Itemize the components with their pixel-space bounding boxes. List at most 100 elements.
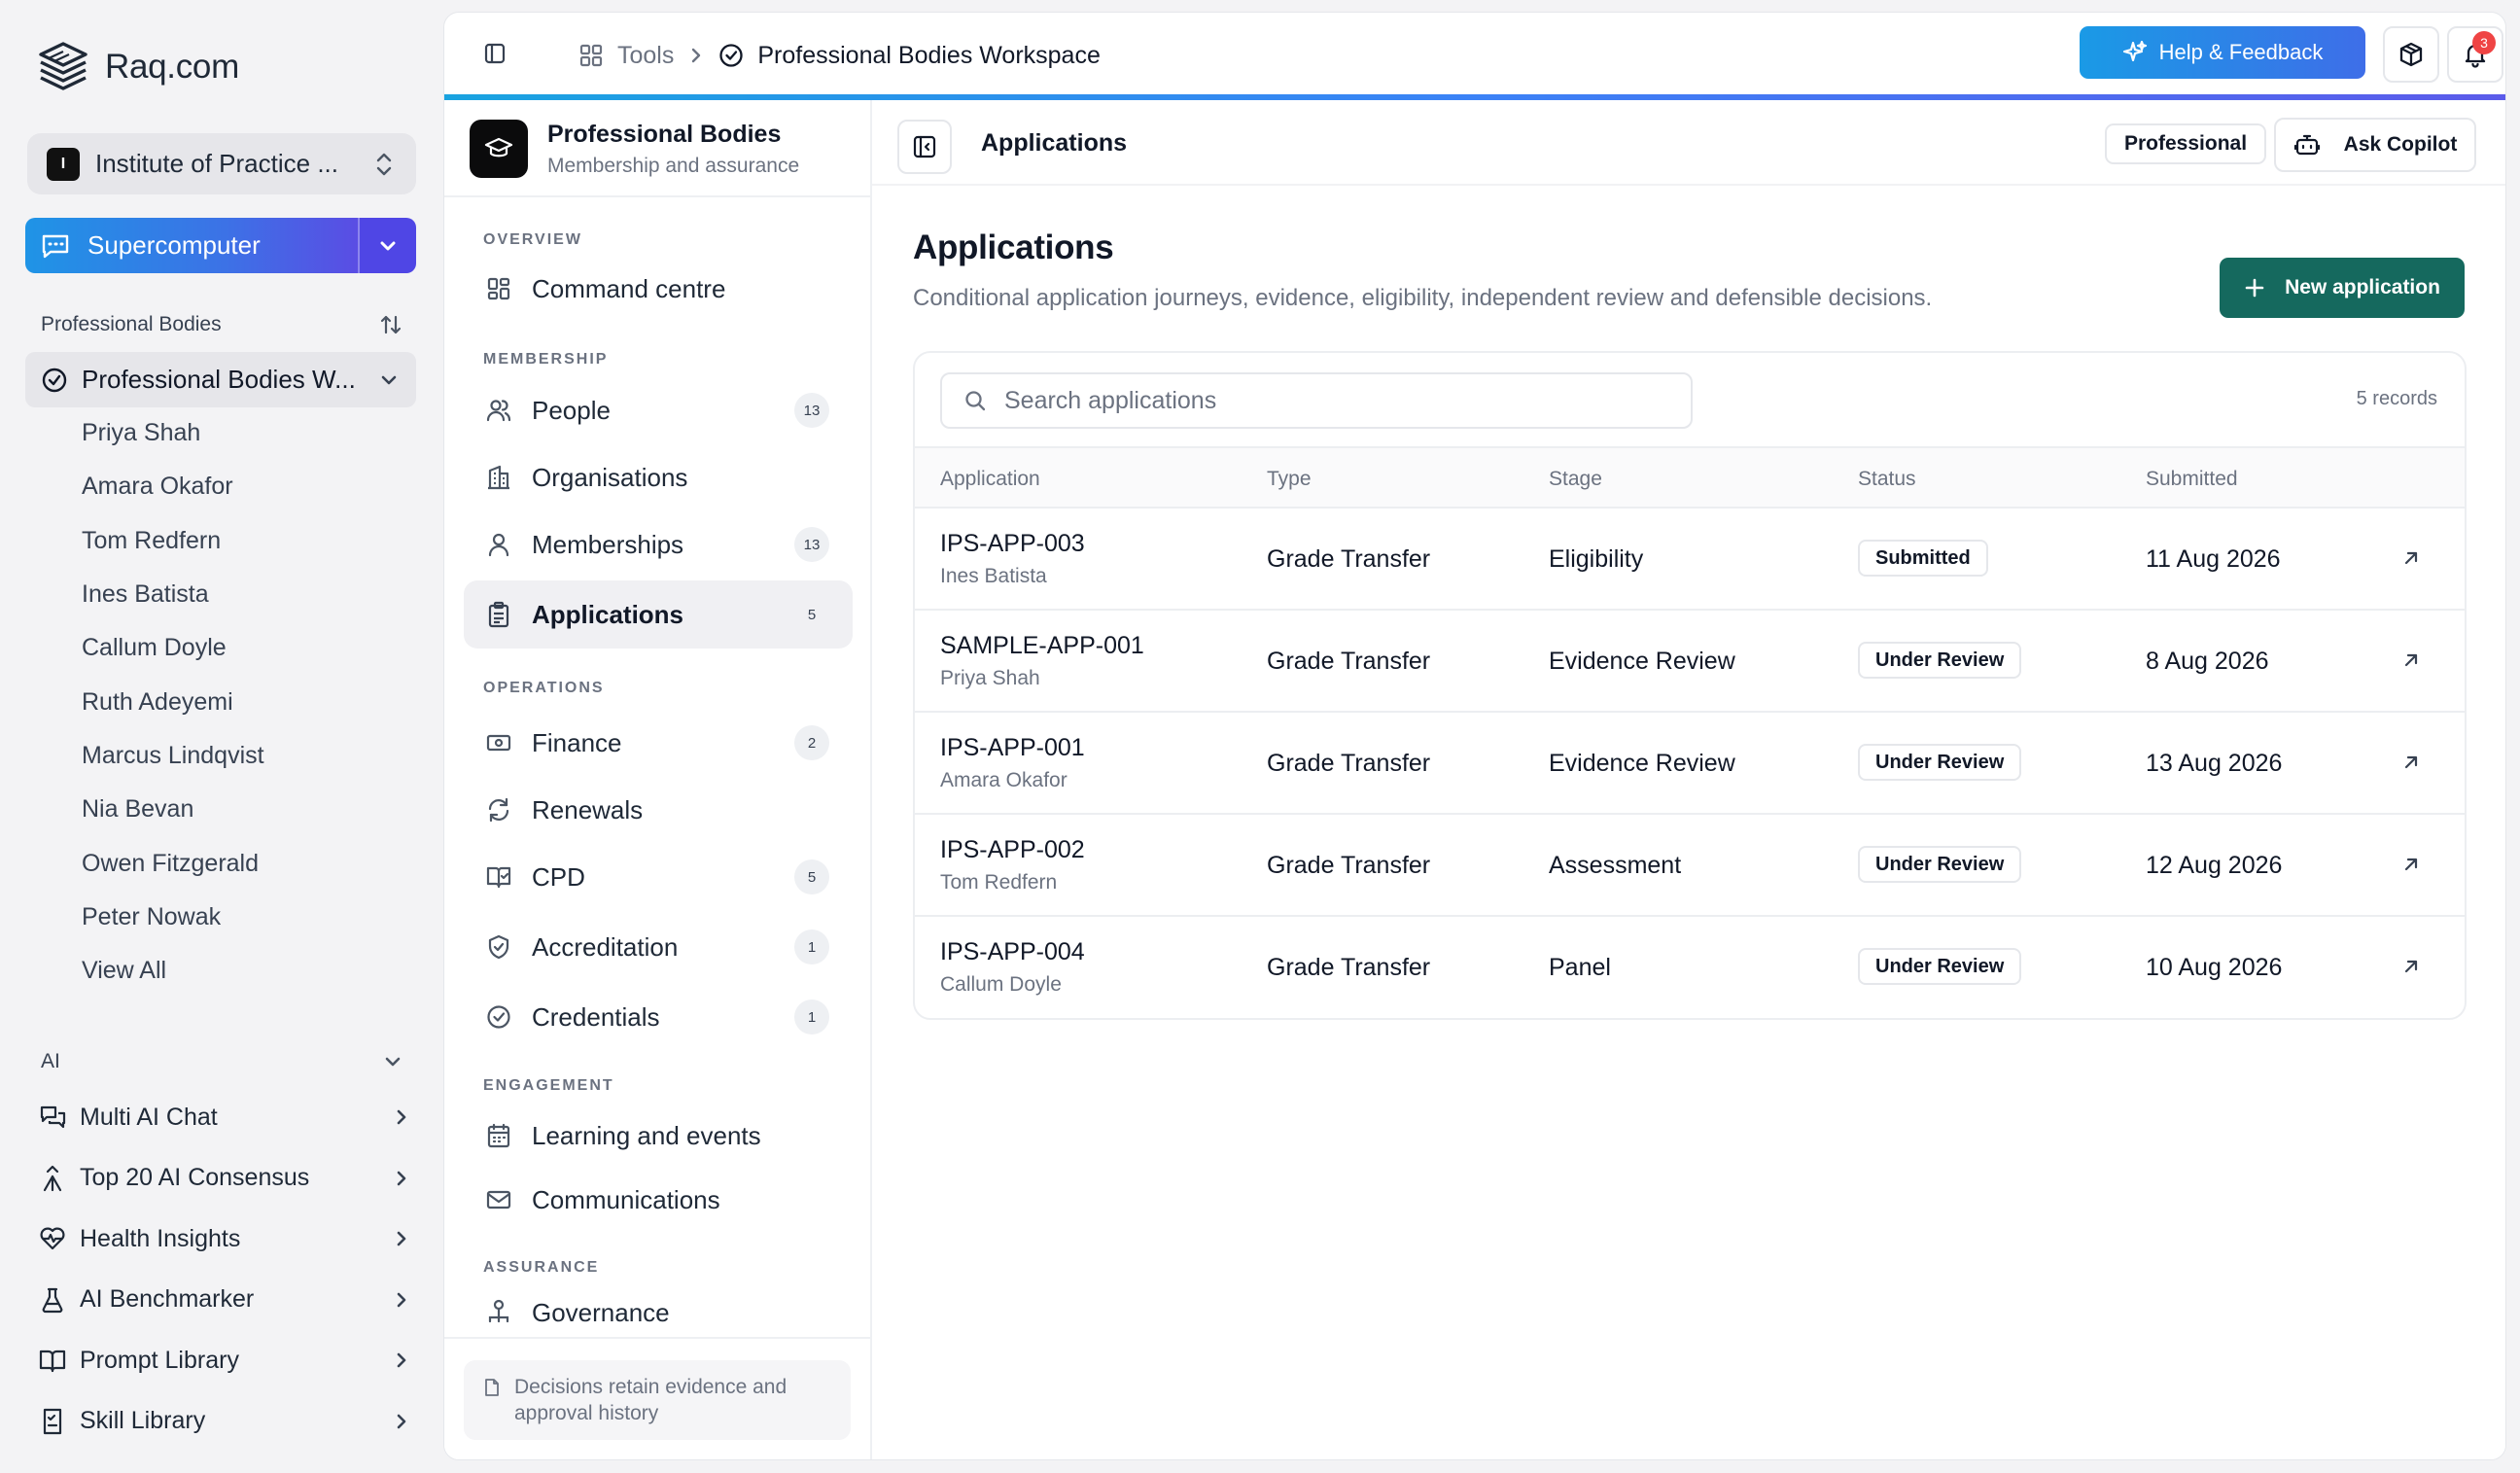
org-name: Institute of Practice ... — [95, 149, 338, 178]
chevron-right-icon — [395, 1289, 408, 1311]
package-icon — [2398, 41, 2425, 68]
search-input[interactable] — [1004, 386, 1669, 415]
workspace-label: Professional Bodies W... — [82, 365, 356, 394]
nav-item-finance[interactable]: Finance 2 — [464, 709, 853, 777]
nav-item-command-centre[interactable]: Command centre — [464, 255, 853, 323]
arrow-up-right-icon[interactable] — [2400, 547, 2422, 569]
chevron-right-icon — [395, 1106, 408, 1128]
nav-group-membership: MEMBERSHIP — [483, 351, 609, 368]
help-feedback-button[interactable]: Help & Feedback — [2080, 26, 2365, 79]
status-badge: Submitted — [1858, 540, 1988, 577]
search-field[interactable] — [940, 372, 1693, 429]
plan-tier-pill[interactable]: Professional — [2105, 123, 2267, 164]
application-type: Grade Transfer — [1267, 750, 1431, 777]
column-header[interactable]: Application — [940, 468, 1040, 491]
ai-item-label: Health Insights — [80, 1224, 241, 1252]
banknote-icon — [485, 729, 512, 756]
person-link[interactable]: Owen Fitzgerald — [82, 836, 264, 890]
ask-copilot-button[interactable]: Ask Copilot — [2274, 118, 2476, 172]
column-header[interactable]: Status — [1858, 468, 1916, 491]
collapse-panel-button[interactable] — [897, 120, 952, 174]
column-header[interactable]: Stage — [1549, 468, 1602, 491]
check-badge-icon — [718, 43, 744, 68]
nav-item-communications[interactable]: Communications — [464, 1166, 853, 1234]
breadcrumb-tools[interactable]: Tools — [578, 42, 674, 70]
applicant-name: Amara Okafor — [940, 769, 1068, 791]
table-row[interactable]: IPS-APP-002 Tom Redfern Grade Transfer A… — [915, 815, 2465, 917]
user-icon — [485, 531, 512, 558]
sidebar-toggle-icon[interactable] — [483, 42, 507, 65]
ai-item-label: AI Benchmarker — [80, 1285, 255, 1314]
top-bar: Tools Professional Bodies Workspace Help… — [444, 13, 2505, 98]
org-switcher[interactable]: I Institute of Practice ... — [27, 133, 416, 194]
nav-item-memberships[interactable]: Memberships 13 — [464, 510, 853, 579]
sidebar-item-ai-benchmarker[interactable]: AI Benchmarker — [39, 1270, 408, 1331]
ai-section-header[interactable]: AI — [41, 1050, 402, 1073]
person-link[interactable]: Amara Okafor — [82, 460, 264, 513]
arrow-up-right-icon[interactable] — [2400, 752, 2422, 773]
nav-item-label: Accreditation — [532, 931, 679, 962]
breadcrumb-tools-label: Tools — [617, 41, 675, 69]
plus-icon — [2244, 277, 2265, 298]
records-count: 5 records — [2356, 388, 2437, 409]
refresh-icon — [485, 796, 512, 824]
table-row[interactable]: SAMPLE-APP-001 Priya Shah Grade Transfer… — [915, 611, 2465, 713]
person-link[interactable]: Callum Doyle — [82, 621, 264, 675]
view-all-link[interactable]: View All — [82, 944, 264, 998]
nav-item-applications[interactable]: Applications 5 — [464, 580, 853, 649]
nav-item-governance[interactable]: Governance — [464, 1279, 853, 1341]
table-row[interactable]: IPS-APP-003 Ines Batista Grade Transfer … — [915, 509, 2465, 611]
status-badge: Under Review — [1858, 948, 2022, 985]
application-stage: Eligibility — [1549, 545, 1644, 573]
page-description: Conditional application journeys, eviden… — [913, 285, 1933, 311]
person-link[interactable]: Marcus Lindqvist — [82, 729, 264, 783]
ai-tools-list: Multi AI Chat Top 20 AI Consensus Health… — [39, 1087, 408, 1452]
table-row[interactable]: IPS-APP-001 Amara Okafor Grade Transfer … — [915, 713, 2465, 815]
notifications-button[interactable]: 3 — [2447, 26, 2503, 83]
arrow-up-right-icon[interactable] — [2400, 956, 2422, 977]
nav-group-operations: OPERATIONS — [483, 680, 605, 696]
package-button[interactable] — [2383, 26, 2439, 83]
person-link[interactable]: Tom Redfern — [82, 514, 264, 568]
person-link[interactable]: Nia Bevan — [82, 783, 264, 836]
workspace-section-title: Professional Bodies — [41, 313, 222, 335]
nav-item-organisations[interactable]: Organisations — [464, 443, 853, 511]
supercomputer-button[interactable]: Supercomputer — [25, 218, 358, 273]
nav-item-label: Finance — [532, 727, 622, 757]
application-id: IPS-APP-003 — [940, 530, 1085, 557]
application-stage: Panel — [1549, 954, 1611, 981]
sidebar-item-top-20-ai-consensus[interactable]: Top 20 AI Consensus — [39, 1148, 408, 1210]
stack-logo-icon — [35, 39, 91, 95]
status-badge: Under Review — [1858, 846, 2022, 883]
table-row[interactable]: IPS-APP-004 Callum Doyle Grade Transfer … — [915, 917, 2465, 1018]
nav-count-badge: 5 — [794, 859, 829, 894]
arrow-up-right-icon[interactable] — [2400, 854, 2422, 875]
shield-check-icon — [485, 933, 512, 961]
nav-item-credentials[interactable]: Credentials 1 — [464, 983, 853, 1051]
nav-item-accreditation[interactable]: Accreditation 1 — [464, 913, 853, 981]
sidebar-item-professional-bodies-workspace[interactable]: Professional Bodies W... — [25, 352, 416, 407]
column-header[interactable]: Type — [1267, 468, 1312, 491]
sidebar-item-skill-library[interactable]: Skill Library — [39, 1391, 408, 1453]
sidebar-item-multi-ai-chat[interactable]: Multi AI Chat — [39, 1087, 408, 1148]
sort-icon[interactable] — [379, 313, 402, 336]
nav-item-renewals[interactable]: Renewals — [464, 776, 853, 844]
column-header[interactable]: Submitted — [2146, 468, 2238, 491]
nav-item-cpd[interactable]: CPD 5 — [464, 843, 853, 911]
person-link[interactable]: Peter Nowak — [82, 891, 264, 944]
new-application-button[interactable]: New application — [2220, 258, 2465, 318]
person-link[interactable]: Ines Batista — [82, 568, 264, 621]
workspace-section-header[interactable]: Professional Bodies — [41, 313, 402, 336]
sidebar-item-health-insights[interactable]: Health Insights — [39, 1209, 408, 1270]
brand-logo[interactable]: Raq.com — [35, 39, 239, 95]
nav-item-learning-events[interactable]: Learning and events — [464, 1102, 853, 1170]
supercomputer-dropdown-button[interactable] — [358, 218, 416, 273]
breadcrumb-current-label: Professional Bodies Workspace — [757, 41, 1101, 69]
person-link[interactable]: Priya Shah — [82, 406, 264, 460]
flask-icon — [39, 1286, 66, 1314]
arrow-up-right-icon[interactable] — [2400, 649, 2422, 671]
nav-item-people[interactable]: People 13 — [464, 376, 853, 444]
person-link[interactable]: Ruth Adeyemi — [82, 675, 264, 728]
application-stage: Evidence Review — [1549, 750, 1735, 777]
sidebar-item-prompt-library[interactable]: Prompt Library — [39, 1330, 408, 1391]
